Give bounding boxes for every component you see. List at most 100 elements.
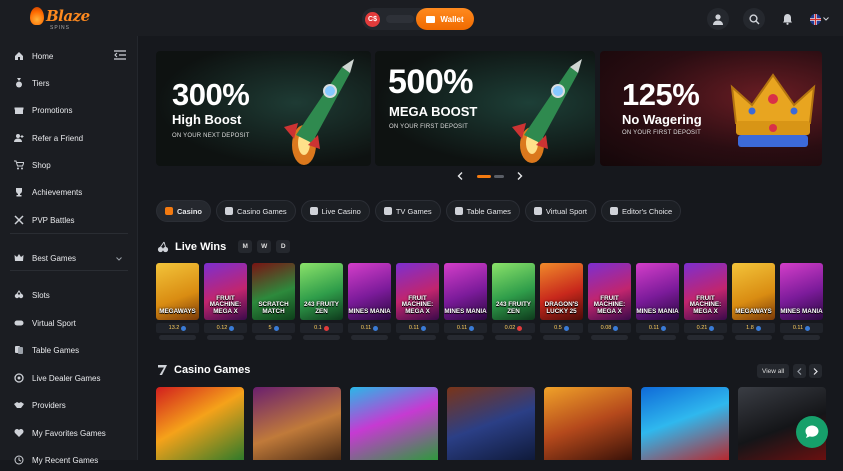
sidebar-item-best-games[interactable]: Best Games [0, 247, 136, 269]
coin-icon [421, 325, 427, 331]
game-thumbnail: MEGAWAYS [732, 263, 775, 320]
live-win-card[interactable]: SCRATCH MATCH 5 [252, 263, 295, 343]
sidebar-item-label: Tiers [32, 78, 50, 88]
player-name-placeholder [159, 335, 196, 340]
user-plus-icon [14, 133, 24, 143]
player-name-placeholder [351, 335, 388, 340]
sidebar-item-slots[interactable]: Slots [0, 284, 136, 306]
sidebar-item-label: PVP Battles [32, 215, 75, 225]
sidebar-item-label: Slots [32, 290, 50, 300]
live-win-card[interactable]: 243 FRUITY ZEN 0.02 [492, 263, 535, 343]
tab-icon [225, 207, 234, 215]
sidebar-item-home[interactable]: Home [0, 45, 136, 67]
casino-game-tile[interactable] [156, 387, 244, 460]
profile-button[interactable] [707, 8, 729, 30]
tab-casino-games[interactable]: Casino Games [216, 200, 296, 222]
win-amount-value: 0.11 [408, 325, 420, 331]
promo-banner-3[interactable]: 125% No Wagering ON YOUR FIRST DEPOSIT [600, 51, 822, 166]
win-amount: 0.1 [300, 323, 343, 333]
promo-banner-1[interactable]: 300% High Boost ON YOUR NEXT DEPOSIT [156, 51, 371, 166]
trophy-icon [14, 187, 24, 197]
sidebar-item-table-games[interactable]: Table Games [0, 339, 136, 361]
casino-game-tile[interactable] [447, 387, 535, 460]
sidebar-item-pvp-battles[interactable]: PVP Battles [0, 209, 136, 231]
live-wins-header: Live Wins M W D [157, 240, 291, 253]
tab-table-games[interactable]: Table Games [445, 200, 520, 222]
game-thumbnail: MINES MANIA [444, 263, 487, 320]
carousel-dot-active[interactable] [476, 174, 491, 178]
brand-logo[interactable]: Blaze SPINS [30, 7, 90, 31]
sidebar-item-achievements[interactable]: Achievements [0, 181, 136, 203]
game-thumbnail: DRAGON'S LUCKY 25 [540, 263, 583, 320]
wallet-button[interactable]: Wallet [416, 8, 474, 30]
live-win-card[interactable]: FRUIT MACHINE: MEGA X 0.11 [396, 263, 439, 343]
filter-week[interactable]: W [257, 240, 272, 253]
live-chat-button[interactable] [796, 416, 828, 448]
player-name-placeholder [399, 335, 436, 340]
tab-live-casino[interactable]: Live Casino [300, 200, 370, 222]
casino-game-tile[interactable] [544, 387, 632, 460]
sidebar-item-my-recent-games[interactable]: My Recent Games [0, 449, 136, 471]
live-win-card[interactable]: MINES MANIA 0.11 [780, 263, 823, 343]
promo-banner-2[interactable]: 500% MEGA BOOST ON YOUR FIRST DEPOSIT [375, 51, 595, 166]
tab-tv-games[interactable]: TV Games [374, 200, 441, 222]
games-next-button[interactable] [809, 364, 822, 378]
sidebar-item-virtual-sport[interactable]: Virtual Sport [0, 312, 136, 334]
casino-games-header: Casino Games [157, 364, 250, 376]
sidebar-item-label: Achievements [32, 187, 83, 197]
balance-value [386, 15, 414, 23]
filter-month[interactable]: M [238, 240, 253, 253]
live-win-card[interactable]: FRUIT MACHINE: MEGA X 0.08 [588, 263, 631, 343]
sidebar-item-live-dealer-games[interactable]: Live Dealer Games [0, 367, 136, 389]
win-amount: 13.2 [156, 323, 199, 333]
crown-icon [730, 73, 816, 147]
game-name: 243 FRUITY ZEN [304, 301, 339, 315]
tab-icon [383, 207, 392, 215]
casino-game-tile[interactable] [253, 387, 341, 460]
win-amount: 0.11 [396, 323, 439, 333]
live-win-card[interactable]: MEGAWAYS 1.8 [732, 263, 775, 343]
live-win-card[interactable]: FRUIT MACHINE: MEGA X 0.12 [204, 263, 247, 343]
banner-3-percent: 125% [622, 77, 700, 112]
sidebar-item-refer-a-friend[interactable]: Refer a Friend [0, 127, 136, 149]
sidebar-item-providers[interactable]: Providers [0, 394, 136, 416]
casino-game-tile[interactable] [641, 387, 729, 460]
live-win-card[interactable]: MINES MANIA 0.11 [348, 263, 391, 343]
live-win-card[interactable]: MEGAWAYS 13.2 [156, 263, 199, 343]
live-win-card[interactable]: FRUIT MACHINE: MEGA X 0.21 [684, 263, 727, 343]
game-thumbnail: MINES MANIA [780, 263, 823, 320]
tab-editor-s-choice[interactable]: Editor's Choice [601, 200, 682, 222]
crown-icon [14, 253, 24, 263]
live-win-card[interactable]: MINES MANIA 0.11 [636, 263, 679, 343]
tab-virtual-sport[interactable]: Virtual Sport [524, 200, 596, 222]
win-amount: 0.11 [444, 323, 487, 333]
category-tabs: Casino Casino Games Live Casino TV Games Tab… [156, 200, 682, 222]
view-all-button[interactable]: View all [757, 364, 790, 378]
game-name: 243 FRUITY ZEN [496, 301, 531, 315]
player-name-placeholder [639, 335, 676, 340]
carousel-dot[interactable] [493, 174, 504, 178]
coin-icon [469, 325, 475, 331]
sidebar-item-label: Shop [32, 160, 51, 170]
tab-casino[interactable]: Casino [156, 200, 212, 222]
game-thumbnail: FRUIT MACHINE: MEGA X [588, 263, 631, 320]
player-name-placeholder [303, 335, 340, 340]
carousel-next-icon[interactable] [517, 172, 523, 180]
live-win-card[interactable]: MINES MANIA 0.11 [444, 263, 487, 343]
language-selector[interactable] [806, 8, 832, 30]
live-win-card[interactable]: DRAGON'S LUCKY 25 0.5 [540, 263, 583, 343]
banner-3-subtitle: ON YOUR FIRST DEPOSIT [622, 130, 701, 136]
cards-icon [14, 345, 24, 355]
sidebar-item-tiers[interactable]: Tiers [0, 72, 136, 94]
search-button[interactable] [743, 8, 765, 30]
live-win-card[interactable]: 243 FRUITY ZEN 0.1 [300, 263, 343, 343]
filter-day[interactable]: D [276, 240, 291, 253]
casino-game-tile[interactable] [350, 387, 438, 460]
sidebar-item-shop[interactable]: Shop [0, 154, 136, 176]
sidebar-item-my-favorites-games[interactable]: My Favorites Games [0, 422, 136, 444]
carousel-prev-icon[interactable] [457, 172, 463, 180]
games-prev-button[interactable] [793, 364, 806, 378]
sidebar-item-promotions[interactable]: Promotions [0, 99, 136, 121]
notifications-button[interactable] [776, 8, 798, 30]
user-icon [713, 14, 723, 25]
